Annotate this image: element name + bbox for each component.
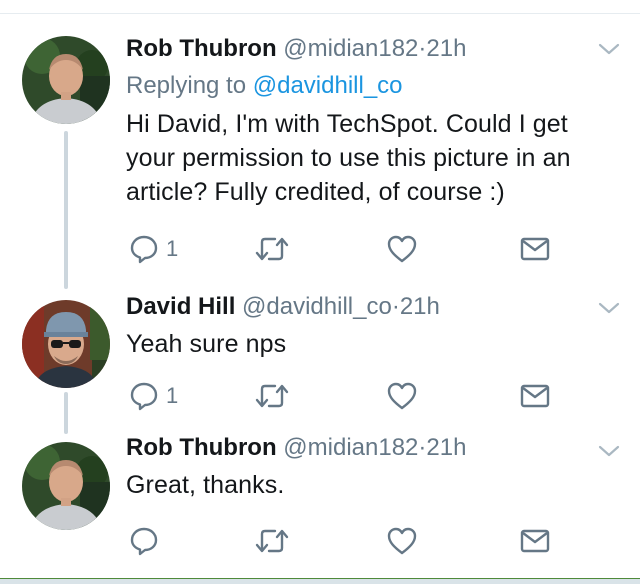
replying-to: Replying to @davidhill_co bbox=[126, 71, 620, 101]
retweet-button[interactable] bbox=[254, 379, 290, 413]
envelope-icon bbox=[520, 383, 550, 409]
tweet-text: Great, thanks. bbox=[126, 471, 285, 499]
like-button[interactable] bbox=[386, 379, 418, 413]
reply-count: 1 bbox=[166, 383, 179, 408]
replying-to-label: Replying to bbox=[126, 72, 253, 99]
chevron-down-icon[interactable] bbox=[598, 301, 620, 315]
timestamp[interactable]: 21h bbox=[400, 293, 440, 320]
user-handle[interactable]: @davidhill_co bbox=[242, 293, 392, 320]
direct-message-button[interactable] bbox=[520, 524, 550, 558]
user-handle[interactable]: @midian182 bbox=[283, 35, 418, 62]
tweet-text: Yeah sure nps bbox=[126, 330, 287, 358]
reply-button[interactable]: 1 bbox=[128, 232, 178, 266]
avatar[interactable] bbox=[22, 300, 110, 388]
tweet-actions: 1 bbox=[128, 232, 568, 266]
retweet-button[interactable] bbox=[254, 524, 290, 558]
tweet-text-line: Hi David, I'm with TechSpot. Could I get bbox=[126, 110, 568, 138]
timestamp[interactable]: 21h bbox=[426, 35, 466, 62]
timestamp[interactable]: 21h bbox=[426, 434, 466, 461]
reply-button[interactable]: 1 bbox=[128, 379, 178, 413]
display-name[interactable]: Rob Thubron bbox=[126, 434, 277, 461]
retweet-icon bbox=[254, 526, 290, 556]
tweet-content: David Hill @davidhill_co·21h Yeah sure n… bbox=[126, 292, 620, 361]
mention-link[interactable]: @davidhill_co bbox=[253, 72, 403, 99]
like-button[interactable] bbox=[386, 524, 418, 558]
reply-icon bbox=[128, 233, 160, 265]
tweet-header: David Hill @davidhill_co·21h bbox=[126, 292, 620, 322]
chevron-down-icon[interactable] bbox=[598, 42, 620, 56]
heart-icon bbox=[386, 234, 418, 264]
tweet-header: Rob Thubron @midian182·21h bbox=[126, 433, 620, 463]
tweet-text-line: your permission to use this picture in a… bbox=[126, 144, 571, 172]
reply-icon bbox=[128, 525, 160, 557]
tweet-actions: 1 bbox=[128, 379, 568, 413]
tweet-text-line: article? Fully credited, of course :) bbox=[126, 178, 505, 206]
tweet-header: Rob Thubron @midian182·21h bbox=[126, 34, 620, 64]
envelope-icon bbox=[520, 236, 550, 262]
heart-icon bbox=[386, 381, 418, 411]
thread-connector-line bbox=[64, 392, 68, 434]
like-button[interactable] bbox=[386, 232, 418, 266]
display-name[interactable]: Rob Thubron bbox=[126, 35, 277, 62]
tweet-content: Rob Thubron @midian182·21h Replying to @… bbox=[126, 34, 620, 209]
retweet-icon bbox=[254, 381, 290, 411]
heart-icon bbox=[386, 526, 418, 556]
avatar[interactable] bbox=[22, 36, 110, 124]
reply-button[interactable] bbox=[128, 524, 160, 558]
bottom-divider bbox=[0, 578, 640, 584]
retweet-button[interactable] bbox=[254, 232, 290, 266]
direct-message-button[interactable] bbox=[520, 232, 550, 266]
tweet-actions bbox=[128, 524, 568, 558]
envelope-icon bbox=[520, 528, 550, 554]
direct-message-button[interactable] bbox=[520, 379, 550, 413]
retweet-icon bbox=[254, 234, 290, 264]
avatar[interactable] bbox=[22, 442, 110, 530]
reply-count: 1 bbox=[166, 236, 179, 261]
display-name[interactable]: David Hill bbox=[126, 293, 235, 320]
separator-dot: · bbox=[391, 293, 400, 320]
chevron-down-icon[interactable] bbox=[598, 444, 620, 458]
thread-connector-line bbox=[64, 131, 68, 289]
tweet-content: Rob Thubron @midian182·21h Great, thanks… bbox=[126, 433, 620, 502]
tweet-text: Hi David, I'm with TechSpot. Could I get… bbox=[126, 107, 620, 209]
top-divider bbox=[0, 13, 640, 14]
reply-icon bbox=[128, 380, 160, 412]
user-handle[interactable]: @midian182 bbox=[283, 434, 418, 461]
